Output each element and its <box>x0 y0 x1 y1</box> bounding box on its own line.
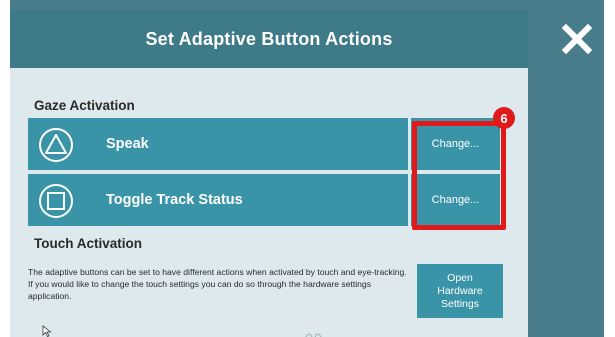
close-button[interactable] <box>560 22 594 56</box>
step-number-badge: 6 <box>493 107 515 129</box>
dialog-title: Set Adaptive Button Actions <box>145 28 393 49</box>
screen-border-right <box>604 0 615 337</box>
screen-border-left <box>0 0 10 337</box>
square-icon <box>39 184 73 218</box>
highlight-annotation-box <box>412 121 506 230</box>
touch-activation-heading: Touch Activation <box>34 236 142 251</box>
close-icon <box>561 23 593 55</box>
touch-description: The adaptive buttons can be set to have … <box>28 267 407 301</box>
action-row-speak[interactable]: Speak <box>28 118 408 170</box>
action-row-toggle-track-status[interactable]: Toggle Track Status <box>28 174 408 226</box>
gaze-activation-heading: Gaze Activation <box>34 98 135 113</box>
partial-icon <box>305 333 322 337</box>
open-hardware-settings-button[interactable]: Open Hardware Settings <box>417 264 503 318</box>
action-label-speak: Speak <box>106 136 149 152</box>
action-label-toggle-track-status: Toggle Track Status <box>106 192 243 208</box>
mouse-pointer-icon <box>42 325 52 337</box>
triangle-icon <box>39 128 73 162</box>
